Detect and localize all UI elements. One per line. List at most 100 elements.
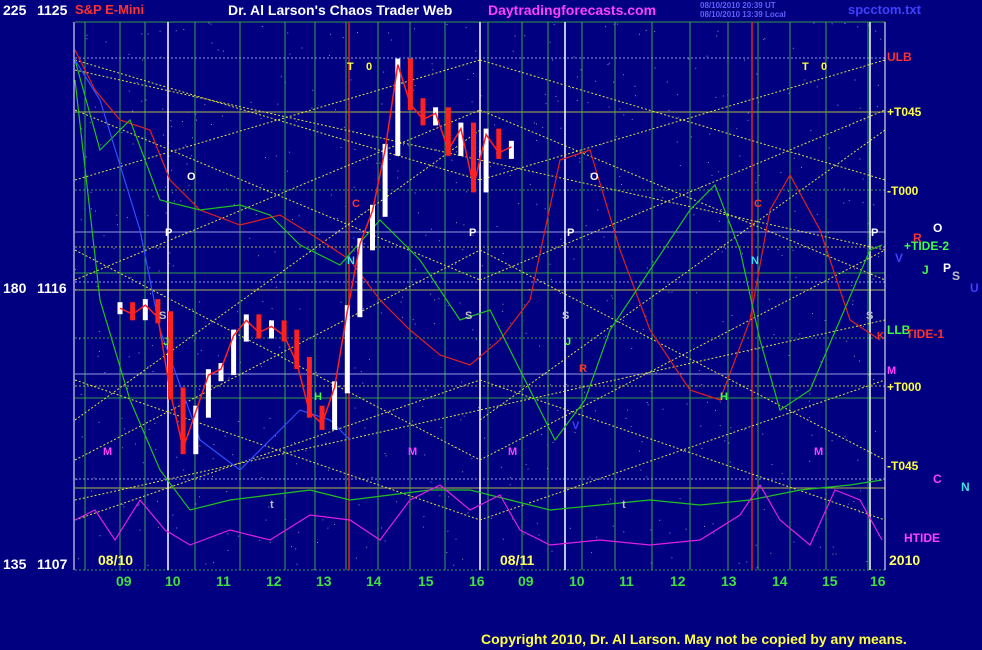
star-dot [639,33,640,35]
marker-t-day1: T [347,61,354,73]
star-dot [622,319,624,321]
star-dot [178,421,180,423]
star-dot [490,517,492,519]
star-dot [205,563,207,565]
star-dot [811,434,813,436]
star-dot [85,156,87,158]
hour-label: 10 [165,573,181,589]
star-dot [536,123,537,125]
star-dot [466,191,468,193]
star-dot [227,533,229,535]
star-dot [510,322,512,324]
star-dot [603,236,605,238]
star-dot [569,527,571,529]
star-dot [265,519,267,521]
star-dot [820,361,822,363]
star-dot [639,450,640,452]
star-dot [502,538,504,540]
y-axis-mid-left: 180 [3,280,27,296]
star-dot [137,504,139,506]
star-dot [816,86,818,88]
star-dot [755,544,757,546]
star-dot [650,391,652,393]
star-dot [385,455,387,457]
star-dot [679,498,681,500]
star-dot [360,370,362,372]
star-dot [523,533,525,535]
star-dot [80,219,82,221]
star-dot [255,213,257,215]
star-dot [97,355,99,357]
star-dot [364,427,366,429]
marker-t-small-day2: t [622,499,626,511]
star-dot [731,315,733,316]
star-dot [422,526,424,528]
star-dot [453,446,455,448]
star-dot [366,159,368,161]
star-dot [121,417,123,419]
star-dot [224,435,226,437]
star-dot [594,410,596,412]
star-dot [704,525,705,527]
star-dot [104,372,106,374]
star-dot [288,151,290,153]
star-dot [472,329,474,331]
star-dot [265,157,266,158]
star-dot [544,93,546,95]
star-dot [857,459,859,461]
star-dot [455,263,457,265]
star-dot [738,562,740,564]
star-dot [170,120,172,122]
star-dot [163,134,165,136]
star-dot [217,355,219,357]
star-dot [715,409,716,411]
star-dot [431,228,432,230]
marker-s-day1b: S [465,310,473,322]
star-dot [305,450,307,452]
star-dot [781,254,783,256]
star-dot [471,101,473,103]
star-dot [671,557,673,559]
star-dot [169,252,171,254]
star-dot [621,184,622,186]
star-dot [261,366,263,368]
star-dot [384,453,386,454]
star-dot [718,220,720,222]
star-dot [579,157,581,159]
star-dot [95,210,96,212]
star-dot [289,53,291,55]
star-dot [232,454,234,456]
star-dot [295,120,297,122]
star-dot [91,490,92,492]
star-dot [809,393,811,395]
star-dot [157,500,158,502]
star-dot [706,55,708,57]
star-dot [720,209,722,210]
marker-o-day1: O [187,171,196,183]
marker-p-day1b: P [469,227,477,239]
star-dot [859,158,861,160]
star-dot [136,82,138,83]
star-dot [642,328,644,330]
star-dot [299,308,301,310]
date-label-2: 08/11 [500,552,535,568]
star-dot [152,371,154,372]
star-dot [296,463,298,465]
star-dot [544,208,546,210]
star-dot [706,401,708,403]
star-dot [124,428,126,430]
star-dot [854,79,856,81]
star-dot [237,535,239,537]
star-dot [698,370,700,372]
star-dot [275,155,277,157]
star-dot [736,128,738,130]
star-dot [199,445,201,447]
marker-s-day2b: S [866,310,874,322]
star-dot [747,112,749,114]
star-dot [263,427,265,429]
star-dot [525,463,527,465]
star-dot [138,352,140,354]
star-dot [96,286,98,288]
star-dot [148,429,150,430]
star-dot [538,534,540,536]
